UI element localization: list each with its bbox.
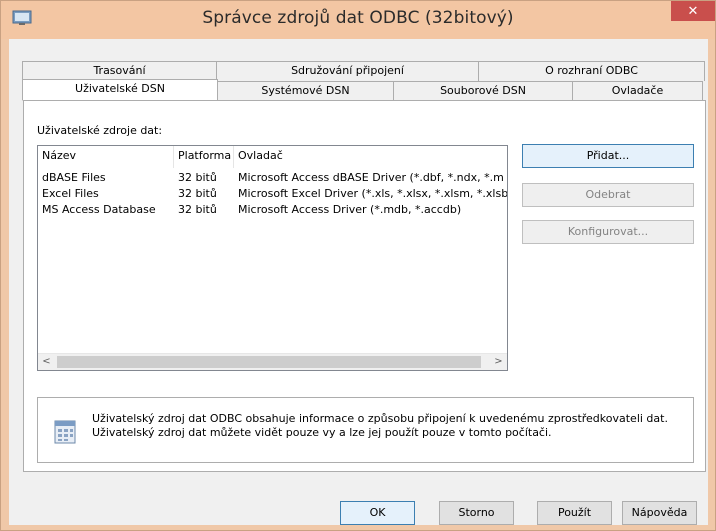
row-name: Excel Files [42,187,99,200]
help-button[interactable]: Nápověda [622,501,697,525]
list-item[interactable]: MS Access Database 32 bitů Microsoft Acc… [38,202,507,218]
row-name: dBASE Files [42,171,106,184]
info-description: Uživatelský zdroj dat ODBC obsahuje info… [92,412,668,439]
list-item[interactable]: Excel Files 32 bitů Microsoft Excel Driv… [38,186,507,202]
tab-system-dsn[interactable]: Systémové DSN [217,81,394,101]
tab-user-dsn[interactable]: Uživatelské DSN [22,79,218,101]
column-header-platform[interactable]: Platforma [174,146,234,168]
user-dsn-panel: Uživatelské zdroje dat: Název Platforma … [23,100,706,472]
cancel-button[interactable]: Storno [439,501,514,525]
tab-tracing[interactable]: Trasování [22,61,217,81]
tab-connection-pooling[interactable]: Sdružování připojení [216,61,479,81]
ok-button[interactable]: OK [340,501,415,525]
window-title: Správce zdrojů dat ODBC (32bitový) [202,8,514,28]
row-platform: 32 bitů [178,203,217,216]
horizontal-scrollbar[interactable]: < > [38,353,507,370]
row-name: MS Access Database [42,203,156,216]
tab-row-bottom: Uživatelské DSN Systémové DSN Souborové … [22,79,703,101]
data-source-list[interactable]: Název Platforma Ovladač dBASE Files 32 b… [37,145,508,371]
close-button[interactable]: ✕ [671,1,715,21]
tab-row-top: Trasování Sdružování připojení O rozhran… [22,61,705,81]
scrollbar-thumb[interactable] [57,356,481,368]
tab-file-dsn[interactable]: Souborové DSN [393,81,573,101]
row-driver: Microsoft Access dBASE Driver (*.dbf, *.… [238,171,504,184]
column-header-driver[interactable]: Ovladač [234,146,507,168]
tab-drivers[interactable]: Ovladače [572,81,703,101]
row-driver: Microsoft Excel Driver (*.xls, *.xlsx, *… [238,187,507,200]
apply-button[interactable]: Použít [537,501,612,525]
close-icon: ✕ [687,3,699,19]
row-platform: 32 bitů [178,171,217,184]
section-label: Uživatelské zdroje dat: [37,124,163,137]
title-bar[interactable]: Správce zdrojů dat ODBC (32bitový) ✕ [1,1,715,39]
column-header-name[interactable]: Název [38,146,174,168]
tab-about[interactable]: O rozhraní ODBC [478,61,705,81]
scroll-left-icon[interactable]: < [38,354,55,370]
dialog-client: Trasování Sdružování připojení O rozhran… [9,39,708,525]
remove-button[interactable]: Odebrat [522,183,694,207]
add-button[interactable]: Přidat... [522,144,694,168]
list-header: Název Platforma Ovladač [38,146,507,168]
info-box: Uživatelský zdroj dat ODBC obsahuje info… [37,397,694,463]
row-platform: 32 bitů [178,187,217,200]
row-driver: Microsoft Access Driver (*.mdb, *.accdb) [238,203,462,216]
odbc-window: Správce zdrojů dat ODBC (32bitový) ✕ Tra… [0,0,716,531]
data-source-icon [54,420,76,444]
scroll-right-icon[interactable]: > [490,354,507,370]
configure-button[interactable]: Konfigurovat... [522,220,694,244]
list-item[interactable]: dBASE Files 32 bitů Microsoft Access dBA… [38,170,507,186]
